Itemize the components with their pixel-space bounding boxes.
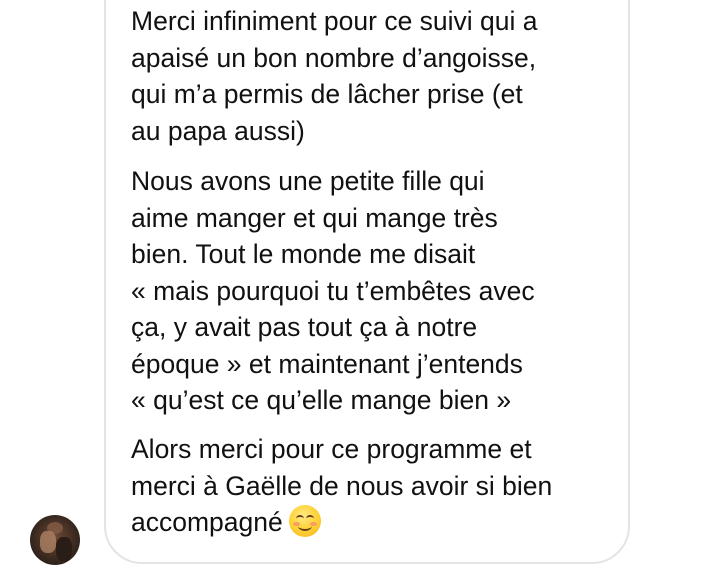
message-line: « mais pourquoi tu t’embêtes avec (131, 275, 535, 306)
emoji-mouth (297, 521, 312, 531)
message-line: aime manger et qui mange très (131, 202, 498, 233)
avatar-photo-detail (40, 531, 56, 553)
message-line: Nous avons une petite fille qui (131, 166, 485, 196)
message-line: apaisé un bon nombre d’angoisse, (131, 42, 537, 73)
message-paragraph-3: Alors merci pour ce programme et merci à… (131, 431, 611, 541)
message-line-last: accompagné (131, 504, 611, 541)
sender-avatar[interactable] (30, 515, 80, 565)
message-line: Merci infiniment pour ce suivi qui a (131, 6, 538, 36)
message-line: qui m’a permis de lâcher prise (et (131, 79, 523, 109)
message-line: époque » et maintenant j’entends (131, 348, 523, 379)
chat-screen: Merci infiniment pour ce suivi qui a apa… (0, 0, 715, 572)
message-paragraph-1: Merci infiniment pour ce suivi qui a apa… (131, 3, 611, 149)
avatar-photo-detail (56, 537, 72, 561)
message-paragraph-2: Nous avons une petite fille qui aime man… (131, 163, 611, 419)
message-line-text: accompagné (131, 507, 283, 537)
message-line: au papa aussi) (131, 115, 305, 146)
message-line: « qu’est ce qu’elle mange bien » (131, 385, 512, 415)
message-line: bien. Tout le monde me disait (131, 239, 476, 269)
message-line: merci à Gaëlle de nous avoir si bien (131, 470, 553, 501)
message-line: Alors merci pour ce programme et (131, 434, 532, 464)
smiling-face-emoji-icon (288, 505, 321, 537)
message-line: ça, y avait pas tout ça à notre (131, 312, 478, 342)
